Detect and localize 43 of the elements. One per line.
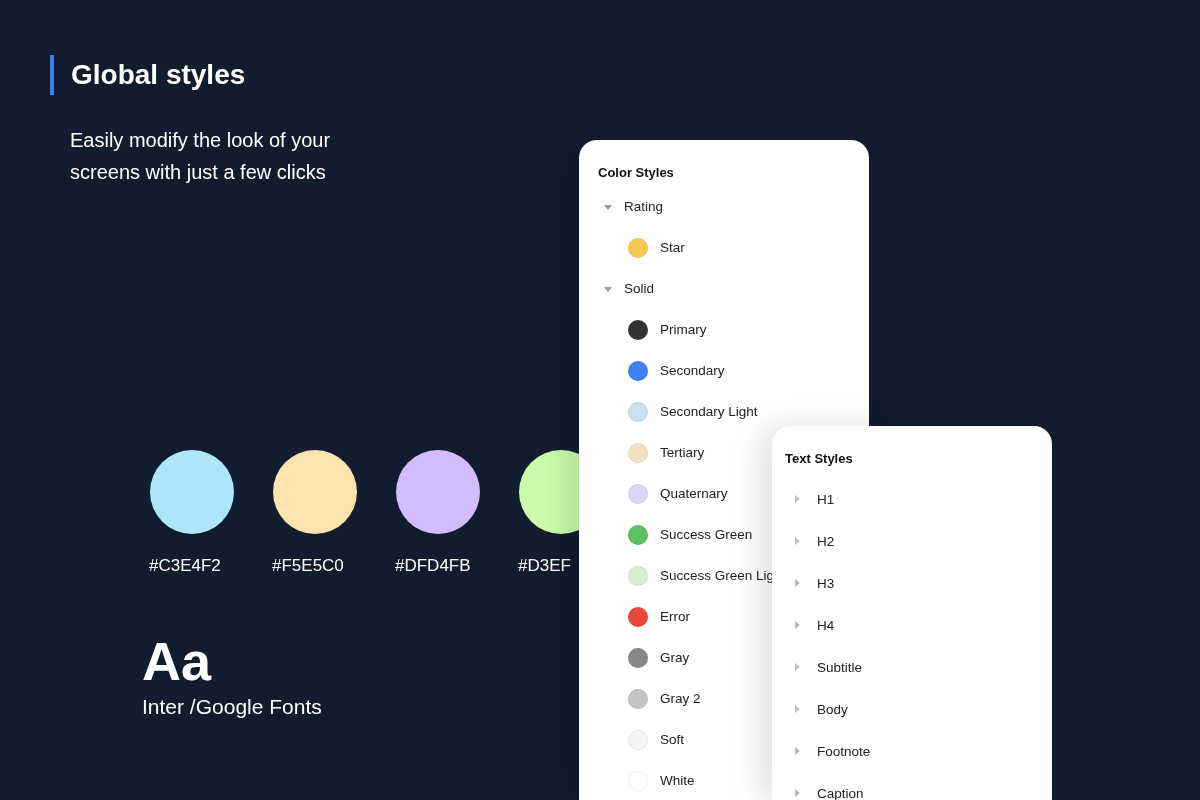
group-label[interactable]: Rating bbox=[624, 199, 664, 214]
font-sample: Aa bbox=[142, 631, 212, 691]
color-style-name[interactable]: Gray bbox=[660, 650, 690, 665]
text-style-name[interactable]: Caption bbox=[817, 785, 864, 800]
text-style-name[interactable]: H2 bbox=[817, 533, 835, 549]
caret-icon[interactable] bbox=[793, 663, 801, 671]
caret-icon[interactable] bbox=[793, 705, 801, 713]
text-style-name[interactable]: H4 bbox=[817, 617, 835, 633]
caret-icon[interactable] bbox=[793, 789, 801, 797]
color-style-name[interactable]: White bbox=[660, 773, 695, 788]
color-style-name[interactable]: Quaternary bbox=[660, 486, 728, 501]
subtitle: Easily modify the look of your screens with just a few clicks bbox=[70, 128, 332, 185]
panel-title: Color Styles bbox=[597, 164, 675, 180]
hex-code: #F5E5C0 bbox=[272, 556, 345, 576]
hex-code: #D3EF bbox=[518, 556, 572, 576]
page-title: Global styles bbox=[71, 58, 246, 92]
caret-icon[interactable] bbox=[604, 202, 612, 211]
text-style-name[interactable]: Subtitle bbox=[817, 659, 863, 675]
color-style-name[interactable]: Soft bbox=[660, 732, 684, 747]
color-style-name[interactable]: Error bbox=[660, 609, 690, 624]
group-label[interactable]: Solid bbox=[624, 281, 655, 296]
text-style-name[interactable]: Body bbox=[817, 701, 848, 717]
hex-code: #DFD4FB bbox=[395, 556, 472, 576]
color-style-name[interactable]: Secondary bbox=[660, 363, 725, 378]
color-style-name[interactable]: Tertiary bbox=[660, 445, 705, 460]
color-style-name[interactable]: Star bbox=[660, 240, 685, 255]
color-style-name[interactable]: Secondary Light bbox=[660, 404, 758, 419]
color-style-name[interactable]: Gray 2 bbox=[660, 691, 701, 706]
text-style-name[interactable]: H1 bbox=[817, 491, 835, 507]
text-style-name[interactable]: H3 bbox=[817, 575, 835, 591]
caret-icon[interactable] bbox=[793, 495, 801, 503]
accent-bar bbox=[50, 55, 54, 95]
caret-icon[interactable] bbox=[793, 747, 801, 755]
color-style-name[interactable]: Primary bbox=[660, 322, 707, 337]
panel-title: Text Styles bbox=[784, 450, 854, 466]
text-style-name[interactable]: Footnote bbox=[817, 743, 871, 759]
caret-icon[interactable] bbox=[793, 537, 801, 545]
caret-icon[interactable] bbox=[793, 579, 801, 587]
color-style-name[interactable]: Success Green bbox=[660, 527, 753, 542]
font-name: Inter /Google Fonts bbox=[142, 695, 322, 719]
hex-code: #C3E4F2 bbox=[149, 556, 222, 576]
caret-icon[interactable] bbox=[793, 621, 801, 629]
caret-icon[interactable] bbox=[604, 284, 612, 293]
